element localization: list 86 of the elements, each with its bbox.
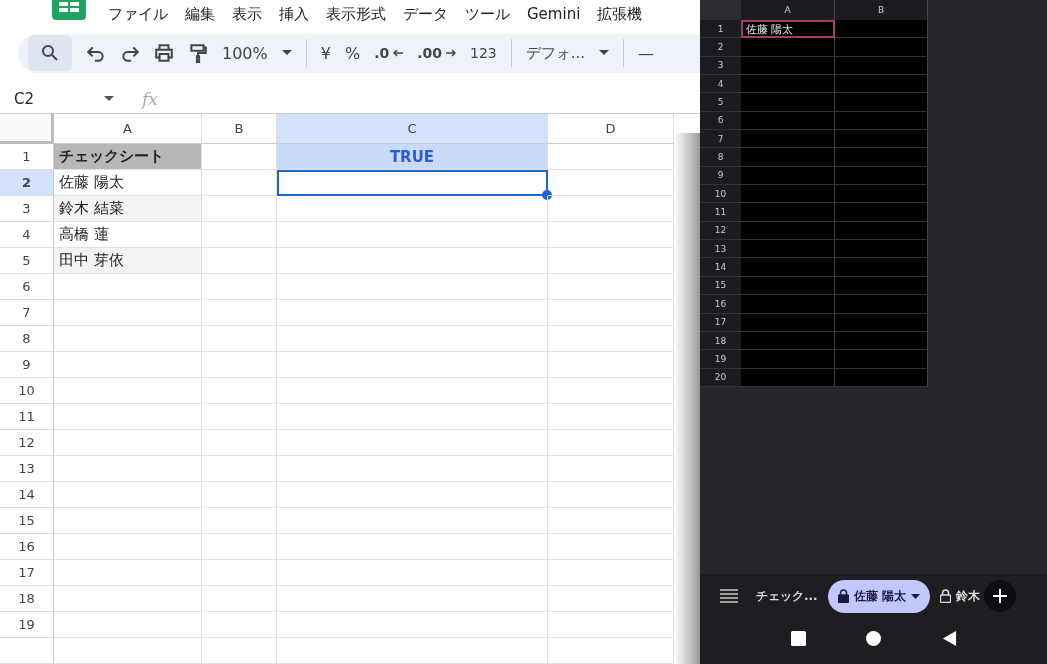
paint-format-icon[interactable]: [188, 43, 208, 64]
plus-icon: [992, 589, 1007, 603]
sheets-logo-icon[interactable]: [52, 0, 86, 20]
row-header[interactable]: 17: [0, 560, 54, 586]
add-sheet-button[interactable]: [983, 580, 1016, 612]
font-size-minus-button[interactable]: —: [638, 43, 655, 63]
row-header[interactable]: 18: [0, 586, 54, 612]
menu-item[interactable]: ツール: [465, 0, 510, 24]
back-icon[interactable]: [941, 630, 957, 646]
caret-icon: [281, 50, 292, 57]
column-header[interactable]: D: [548, 114, 674, 144]
row-header[interactable]: 2: [700, 38, 741, 57]
column-header[interactable]: A: [54, 114, 202, 144]
column-header[interactable]: B: [202, 114, 277, 144]
row-header[interactable]: 7: [700, 130, 741, 149]
search-icon: [41, 44, 59, 63]
row-header[interactable]: 2: [0, 170, 54, 196]
menu-item[interactable]: 表示: [232, 0, 262, 24]
menu-icon[interactable]: [720, 589, 738, 603]
row-header[interactable]: 6: [0, 274, 54, 300]
row-header[interactable]: 3: [0, 196, 54, 222]
menu-item[interactable]: Gemini: [527, 0, 581, 23]
print-icon[interactable]: [154, 43, 174, 64]
right-arrow-icon: [446, 49, 456, 58]
row-header[interactable]: 16: [700, 295, 741, 314]
caret-icon: [599, 50, 610, 57]
row-header[interactable]: 14: [0, 482, 54, 508]
sheet-tab[interactable]: 鈴木: [939, 579, 980, 613]
lock-icon: [837, 589, 849, 603]
table-cell: チェックシート: [54, 144, 202, 170]
menu-item[interactable]: 拡張機: [597, 0, 643, 24]
table-cell: 鈴木 結菜: [54, 196, 202, 222]
row-header[interactable]: 9: [0, 352, 54, 378]
increase-decimal-button[interactable]: .00: [417, 45, 456, 62]
row-header[interactable]: 8: [700, 148, 741, 167]
row-header[interactable]: 19: [700, 350, 741, 369]
row-header[interactable]: 5: [700, 93, 741, 112]
zoom-dropdown[interactable]: 100%: [222, 43, 292, 63]
font-dropdown[interactable]: デフォ...: [525, 43, 610, 63]
caret-icon: [910, 593, 920, 599]
row-header[interactable]: 14: [700, 258, 741, 277]
sheet-tab[interactable]: チェック...: [756, 579, 818, 613]
row-header[interactable]: 10: [0, 378, 54, 404]
menu-item[interactable]: 編集: [185, 0, 215, 24]
home-icon[interactable]: [866, 630, 881, 646]
menu-item[interactable]: データ: [403, 0, 448, 24]
column-header[interactable]: C: [277, 114, 548, 144]
column-header[interactable]: B: [835, 0, 928, 20]
caret-icon: [104, 95, 114, 102]
currency-button[interactable]: ¥: [320, 43, 331, 63]
row-header[interactable]: 1: [700, 20, 741, 39]
row-header[interactable]: 10: [700, 185, 741, 204]
decrease-decimal-button[interactable]: .0: [374, 45, 404, 62]
row-header[interactable]: 12: [0, 430, 54, 456]
menu-item[interactable]: 表示形式: [326, 0, 386, 24]
row-header[interactable]: 11: [700, 203, 741, 222]
row-header[interactable]: 11: [0, 404, 54, 430]
row-header[interactable]: 15: [0, 508, 54, 534]
corner-cell[interactable]: [700, 0, 741, 20]
row-header[interactable]: 19: [0, 612, 54, 638]
sheet-tab[interactable]: 佐藤 陽太: [827, 579, 930, 613]
recents-icon[interactable]: [790, 630, 806, 646]
fill-handle[interactable]: [542, 190, 552, 200]
row-header[interactable]: 5: [0, 248, 54, 274]
corner-cell[interactable]: [0, 114, 54, 144]
row-header[interactable]: 7: [0, 300, 54, 326]
name-box[interactable]: C2: [14, 89, 114, 108]
row-header[interactable]: 13: [700, 240, 741, 259]
search-button[interactable]: [28, 35, 72, 72]
percent-button[interactable]: %: [344, 43, 361, 63]
row-header[interactable]: 13: [0, 456, 54, 482]
menu-item[interactable]: 挿入: [279, 0, 309, 24]
number-format-button[interactable]: 123: [470, 45, 497, 62]
table-cell: 田中 芽依: [54, 248, 202, 274]
row-header[interactable]: 4: [0, 222, 54, 248]
menu-item[interactable]: ファイル: [108, 0, 168, 24]
row-header[interactable]: 16: [0, 534, 54, 560]
row-header[interactable]: 4: [700, 75, 741, 94]
formula-label: fx: [142, 88, 158, 109]
left-arrow-icon: [393, 49, 404, 58]
table-cell: 佐藤 陽太: [741, 20, 835, 39]
row-header[interactable]: 1: [0, 144, 54, 170]
row-header[interactable]: 8: [0, 326, 54, 352]
column-header[interactable]: A: [741, 0, 835, 20]
lock-icon: [939, 589, 951, 603]
table-cell: TRUE: [277, 144, 548, 170]
